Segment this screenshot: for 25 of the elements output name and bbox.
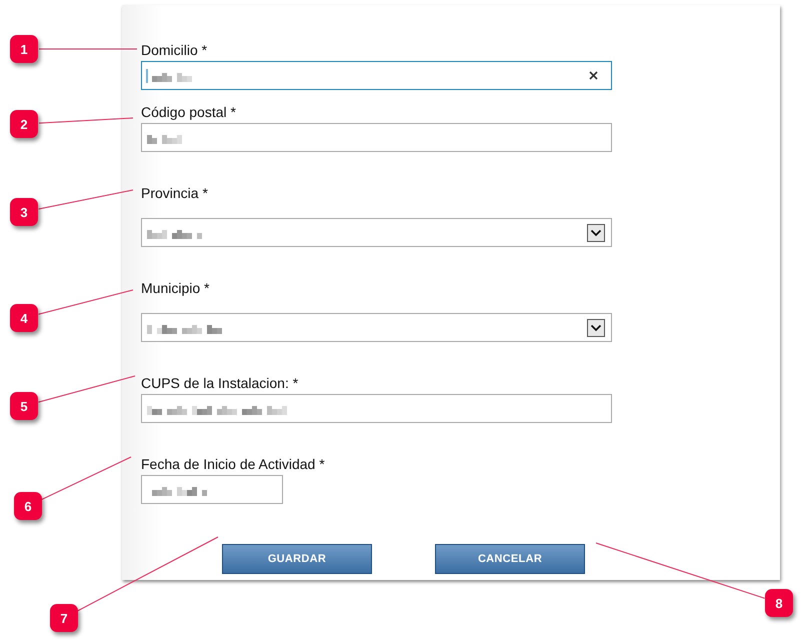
save-button[interactable]: GUARDAR [222,544,372,574]
callout-badge: 1 [10,35,38,63]
dropdown-field[interactable] [141,218,612,247]
cancel-button[interactable]: CANCELAR [435,544,585,574]
field-label: CUPS de la Instalacion: * [141,375,298,391]
input-field[interactable] [141,123,612,152]
field-label: Provincia * [141,185,208,201]
callout-badge: 4 [10,304,38,332]
input-field[interactable] [141,61,612,90]
dropdown-field[interactable] [141,313,612,342]
field-label: Domicilio * [141,42,208,58]
callout-badge: 8 [765,589,793,617]
dropdown-button[interactable] [587,224,605,242]
field-label: Fecha de Inicio de Actividad * [141,456,325,472]
callout-badge: 6 [14,492,42,520]
callout-badge: 5 [10,392,38,420]
callout-badge: 2 [10,110,38,138]
field-label: Municipio * [141,280,210,296]
callout-badge: 7 [50,604,78,632]
date-field[interactable] [141,475,283,504]
field-label: Código postal * [141,104,236,120]
input-field[interactable] [141,394,612,423]
close-icon[interactable] [588,70,598,80]
callout-badge: 3 [10,198,38,226]
dropdown-button[interactable] [587,318,605,336]
